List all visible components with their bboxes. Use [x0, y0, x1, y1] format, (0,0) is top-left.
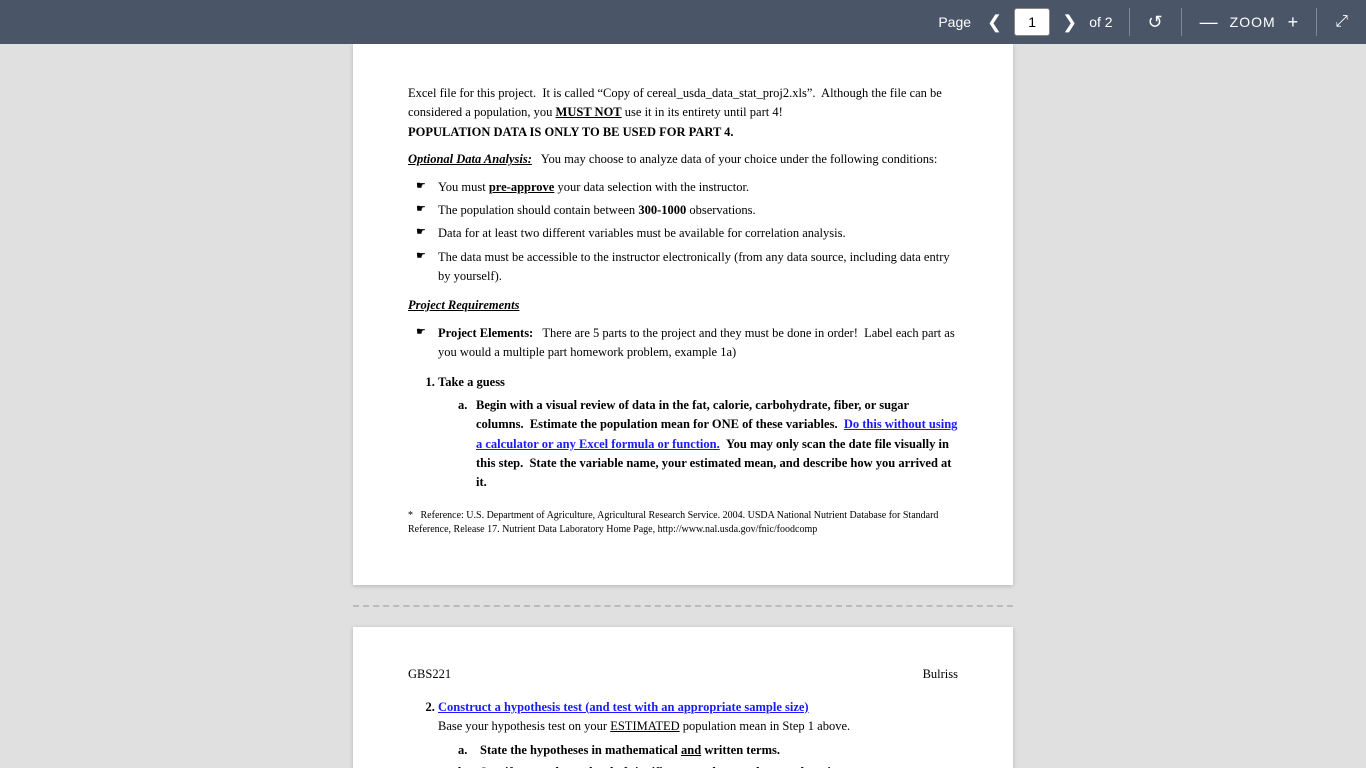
step-1-sublist: a. Begin with a visual review of data in… — [438, 396, 958, 493]
condition-1: You must pre-approve your data selection… — [408, 178, 958, 197]
toolbar: Page ❮ ❯ of 2 ↺ — ZOOM + ⤢ — [0, 0, 1366, 44]
zoom-in-button[interactable]: + — [1282, 11, 1305, 33]
expand-button[interactable]: ⤢ — [1329, 11, 1354, 33]
next-page-button[interactable]: ❯ — [1056, 11, 1083, 33]
estimated-text: ESTIMATED — [610, 719, 679, 733]
step-2: Construct a hypothesis test (and test wi… — [438, 698, 958, 768]
separator-3 — [1316, 8, 1317, 36]
optional-analysis-title: Optional Data Analysis: — [408, 152, 532, 166]
population-data-text: POPULATION DATA IS ONLY TO BE USED FOR P… — [408, 125, 734, 139]
page2-steps-list: Construct a hypothesis test (and test wi… — [438, 698, 958, 768]
steps-list: Take a guess a. Begin with a visual revi… — [438, 373, 958, 493]
condition-4: The data must be accessible to the instr… — [408, 248, 958, 287]
page-1: Excel file for this project. It is calle… — [353, 44, 1013, 585]
author-label: Bulriss — [923, 667, 958, 682]
page-label: Page — [938, 14, 971, 30]
step-2b: b. Specify your chosen level of signific… — [458, 763, 958, 768]
pre-approve-text: pre-approve — [489, 180, 555, 194]
course-label: GBS221 — [408, 667, 451, 682]
condition-3: Data for at least two different variable… — [408, 224, 958, 243]
page-2: GBS221 Bulriss Construct a hypothesis te… — [353, 627, 1013, 768]
project-elements-list: Project Elements: There are 5 parts to t… — [408, 324, 958, 363]
content-area[interactable]: Excel file for this project. It is calle… — [0, 44, 1366, 768]
reset-zoom-button[interactable]: ↺ — [1142, 11, 1169, 33]
step-2-label: Construct a hypothesis test (and test wi… — [438, 700, 809, 714]
step-2-intro: Base your hypothesis test on your ESTIMA… — [438, 719, 850, 733]
and-text-a: and — [681, 743, 701, 757]
page-number-input[interactable] — [1014, 8, 1050, 36]
project-elements-item: Project Elements: There are 5 parts to t… — [408, 324, 958, 363]
conditions-list: You must pre-approve your data selection… — [408, 178, 958, 287]
condition-2: The population should contain between 30… — [408, 201, 958, 220]
page1-para1: Excel file for this project. It is calle… — [408, 84, 958, 142]
prev-page-button[interactable]: ❮ — [981, 11, 1008, 33]
page-divider — [353, 605, 1013, 607]
zoom-label: ZOOM — [1230, 14, 1276, 30]
must-not-text: MUST NOT — [556, 105, 622, 119]
separator-2 — [1181, 8, 1182, 36]
separator-1 — [1129, 8, 1130, 36]
page2-header: GBS221 Bulriss — [408, 667, 958, 682]
step-1: Take a guess a. Begin with a visual revi… — [438, 373, 958, 493]
optional-analysis-para: Optional Data Analysis: You may choose t… — [408, 150, 958, 169]
step-2a: a. State the hypotheses in mathematical … — [458, 741, 958, 760]
page-of-label: of 2 — [1089, 14, 1112, 30]
step-1a: a. Begin with a visual review of data in… — [458, 396, 958, 493]
project-requirements-title: Project Requirements — [408, 296, 958, 315]
obs-range: 300-1000 — [638, 203, 686, 217]
project-elements-label: Project Elements: — [438, 326, 533, 340]
zoom-out-button[interactable]: — — [1194, 11, 1224, 33]
without-text: Do this without using a calculator or an… — [476, 417, 957, 450]
step-2-sublist: a. State the hypotheses in mathematical … — [438, 741, 958, 768]
footnote: * Reference: U.S. Department of Agricult… — [408, 509, 958, 537]
